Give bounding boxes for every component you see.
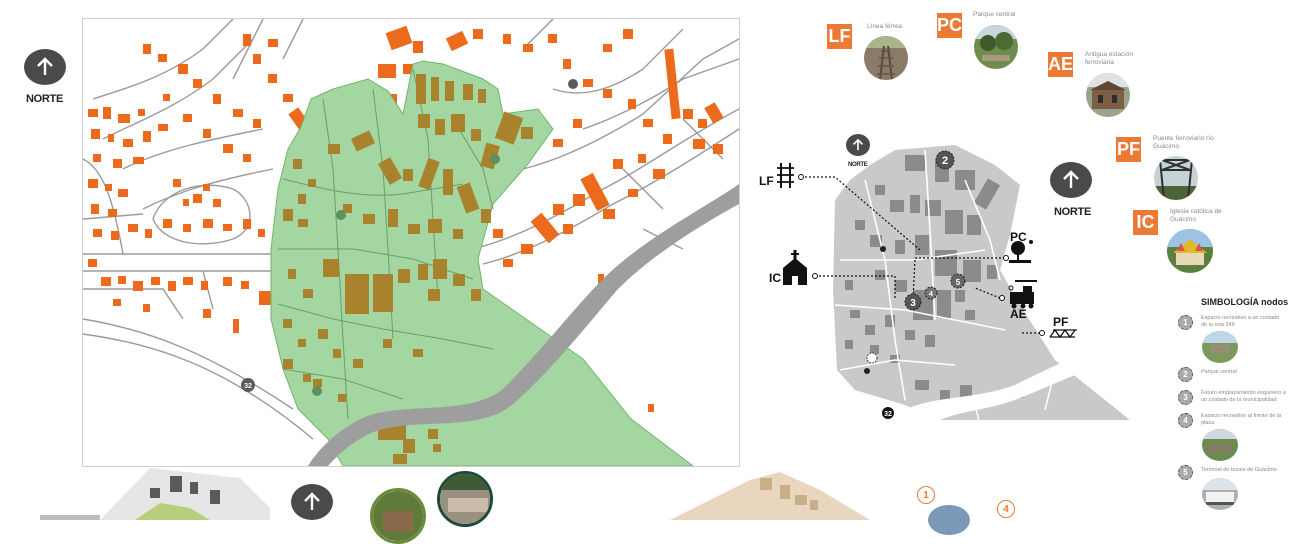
bottom-node-4: 4 [997, 500, 1015, 518]
svg-text:5: 5 [956, 278, 961, 287]
photo-pc [974, 25, 1018, 69]
badge-ic: IC [1133, 210, 1158, 235]
caption-pc: Parque central [973, 11, 1016, 18]
train-icon [1008, 280, 1037, 309]
badge-ae: AE [1048, 52, 1073, 77]
inset-north-large-label: NORTE [1054, 206, 1092, 218]
main-map-canvas: 32 [83, 19, 739, 466]
svg-text:4: 4 [929, 291, 933, 298]
symbology-photo-5 [1202, 478, 1238, 510]
symbology-num-4: 4 [1178, 413, 1193, 428]
symbology-text-1: Espacio recreativo a un costado de la ru… [1201, 315, 1280, 328]
symbology-text-3: Futuro emplazamiento esquinero a un cost… [1201, 390, 1286, 403]
main-north-label: NORTE [26, 93, 64, 105]
symbology-text-4: Espacio recreativo al frente de la plaza [1201, 413, 1282, 426]
inset-north-small-label: NORTE [848, 162, 868, 168]
caption-ic: Iglesia católica de Guácimo [1170, 208, 1222, 223]
symbology-photo-4 [1202, 429, 1238, 461]
symbology-title: SIMBOLOGÍA nodos [1201, 297, 1289, 307]
symbology-text-5: Terminal de buses de Guácimo [1201, 467, 1277, 473]
inset-node-5: 2 [935, 150, 955, 170]
inset-label-ae: AE [1010, 307, 1027, 321]
inset-route-badge-text: 32 [884, 411, 892, 418]
badge-pc: PC [937, 13, 962, 38]
photo-ae [1086, 73, 1130, 117]
main-north-icon [24, 49, 66, 85]
caption-pf: Puente ferroviario río Guácimo [1153, 135, 1214, 150]
symbology-photo-1 [1202, 331, 1238, 363]
caption-lf: Línea férrea [867, 23, 903, 30]
symbology-num-3: 3 [1178, 390, 1193, 405]
church-icon [783, 250, 807, 285]
photo-ic [1167, 229, 1213, 273]
inset-label-pc: PC [1010, 230, 1027, 244]
bottom-north-icon [291, 484, 333, 520]
symbology-num-2: 2 [1178, 367, 1193, 382]
inset-node-2: 3 [904, 293, 922, 311]
bottom-photo-2 [437, 471, 493, 527]
bottom-map-left [40, 468, 270, 520]
railway-track-icon [777, 163, 794, 188]
bottom-node-1-label: 1 [923, 489, 929, 501]
symbology-num-1: 1 [1178, 315, 1193, 330]
badge-pf: PF [1116, 137, 1141, 162]
photo-lf [864, 36, 908, 80]
inset-north-large-icon [1050, 162, 1092, 198]
main-map: 32 [82, 18, 740, 467]
bottom-photo-1 [370, 488, 426, 544]
bottom-node-1: 1 [917, 486, 935, 504]
badge-lf: LF [827, 24, 852, 49]
bridge-icon [1049, 328, 1077, 339]
main-route-badge-text: 32 [244, 383, 252, 390]
svg-text:2: 2 [942, 155, 948, 167]
inset-label-ic: IC [769, 271, 781, 285]
inset-north-small-icon [846, 134, 870, 156]
bottom-map-right [670, 470, 890, 520]
photo-pf [1154, 156, 1198, 200]
symbology-num-5: 5 [1178, 465, 1193, 480]
inset-label-lf: LF [759, 174, 774, 188]
inset-node-3: 4 [924, 286, 938, 300]
inset-node-4: 5 [950, 273, 966, 289]
symbology-text-2: Parque central [1201, 369, 1237, 375]
bottom-photo-3 [928, 505, 970, 535]
bottom-node-4-label: 4 [1003, 503, 1009, 515]
svg-text:3: 3 [910, 298, 916, 309]
caption-ae: Antigua estación ferroviaria [1085, 51, 1134, 66]
inset-label-pf: PF [1053, 315, 1069, 329]
